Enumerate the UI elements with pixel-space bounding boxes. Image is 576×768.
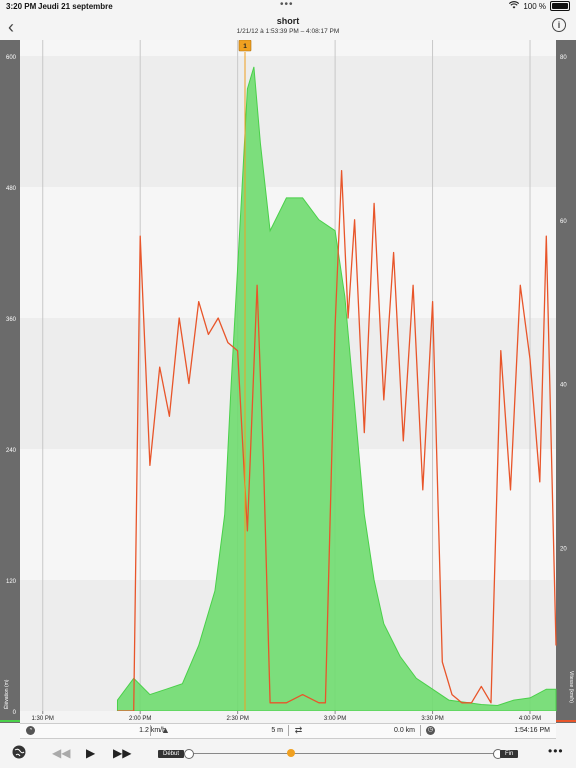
stat-divider bbox=[150, 725, 151, 736]
map-globe-icon[interactable] bbox=[12, 745, 26, 762]
x-axis-band bbox=[20, 711, 556, 723]
wifi-icon bbox=[509, 1, 520, 11]
left-axis-panel bbox=[0, 40, 20, 723]
playback-controls: ◀◀ ▶ ▶▶ Début Fin ••• bbox=[0, 740, 576, 768]
nav-header: ‹ short 1/21/12 à 1:53:39 PM – 4:08:17 P… bbox=[0, 12, 576, 40]
speed-legend-swatch bbox=[556, 720, 576, 722]
end-button[interactable]: Fin bbox=[500, 750, 519, 758]
playback-slider-track[interactable] bbox=[187, 753, 497, 754]
elevation-speed-chart[interactable]: 6004803602401200806040201:30 PM 2:00 PM 2:… bbox=[0, 40, 576, 723]
fast-forward-icon[interactable]: ▶▶ bbox=[113, 746, 131, 760]
x-axis-tick-label: 2:00 PM bbox=[129, 716, 151, 722]
stat-distance-value: 0.0 km bbox=[393, 727, 415, 734]
status-date: Jeudi 21 septembre bbox=[38, 2, 113, 11]
rewind-icon[interactable]: ◀◀ bbox=[52, 746, 70, 760]
status-time: 3:20 PM bbox=[6, 2, 37, 11]
speedometer-icon: ◔ bbox=[26, 726, 35, 735]
left-axis-tick-label: 240 bbox=[6, 448, 17, 454]
right-axis-tick-label: 40 bbox=[560, 383, 567, 389]
status-bar: 3:20 PM Jeudi 21 septembre ••• 100 % bbox=[0, 0, 576, 12]
status-right: 100 % bbox=[509, 1, 570, 11]
stat-speed: ◔ 1.2 km/h bbox=[20, 726, 170, 736]
x-axis-tick-label: 1:30 PM bbox=[32, 716, 54, 722]
battery-icon bbox=[550, 1, 570, 11]
x-axis-tick-label: 3:00 PM bbox=[324, 716, 346, 722]
stat-elevation-value: 5 m bbox=[271, 727, 283, 734]
x-axis-tick-label: 2:30 PM bbox=[226, 716, 248, 722]
stats-bar: ◔ 1.2 km/h ▲ 5 m ⇄ 0.0 km ◷ 1:54:16 PM bbox=[20, 723, 556, 739]
right-axis-title: Vitesse (km/h) bbox=[568, 671, 574, 703]
right-axis-tick-label: 20 bbox=[560, 546, 567, 552]
route-icon: ⇄ bbox=[294, 725, 303, 735]
elevation-legend-swatch bbox=[0, 720, 20, 722]
track-title: short bbox=[276, 16, 300, 26]
right-axis-panel bbox=[556, 40, 576, 723]
chart-band bbox=[20, 56, 556, 187]
x-axis-tick-label: 4:00 PM bbox=[519, 716, 541, 722]
play-icon[interactable]: ▶ bbox=[86, 746, 95, 760]
start-button[interactable]: Début bbox=[158, 750, 185, 758]
battery-text: 100 % bbox=[523, 1, 546, 11]
marker-label: 1 bbox=[243, 43, 247, 50]
stat-elevation: ▲ 5 m bbox=[155, 726, 310, 736]
stat-duration-value: 1:54:16 PM bbox=[514, 727, 550, 734]
left-axis-tick-label: 480 bbox=[6, 186, 17, 192]
right-axis-tick-label: 60 bbox=[560, 219, 567, 225]
left-axis-tick-label: 120 bbox=[6, 579, 17, 585]
left-axis-tick-label: 360 bbox=[6, 317, 17, 323]
info-icon[interactable]: i bbox=[552, 18, 566, 32]
playhead-handle[interactable] bbox=[287, 749, 295, 757]
start-handle[interactable] bbox=[184, 749, 194, 759]
stat-duration: ◷ 1:54:16 PM bbox=[420, 726, 556, 736]
multitasking-dots-icon[interactable]: ••• bbox=[280, 0, 294, 10]
left-axis-tick-label: 600 bbox=[6, 55, 17, 61]
left-axis-title: Élévation (m) bbox=[3, 679, 10, 709]
stat-distance: ⇄ 0.0 km bbox=[288, 726, 418, 736]
mountain-icon: ▲ bbox=[161, 725, 170, 735]
clock-icon: ◷ bbox=[426, 726, 435, 735]
chart-band bbox=[20, 40, 556, 56]
more-icon[interactable]: ••• bbox=[548, 744, 564, 758]
x-axis-tick-label: 3:30 PM bbox=[421, 716, 443, 722]
right-axis-tick-label: 80 bbox=[560, 55, 567, 61]
track-time-range: 1/21/12 à 1:53:39 PM – 4:08:17 PM bbox=[236, 28, 340, 35]
